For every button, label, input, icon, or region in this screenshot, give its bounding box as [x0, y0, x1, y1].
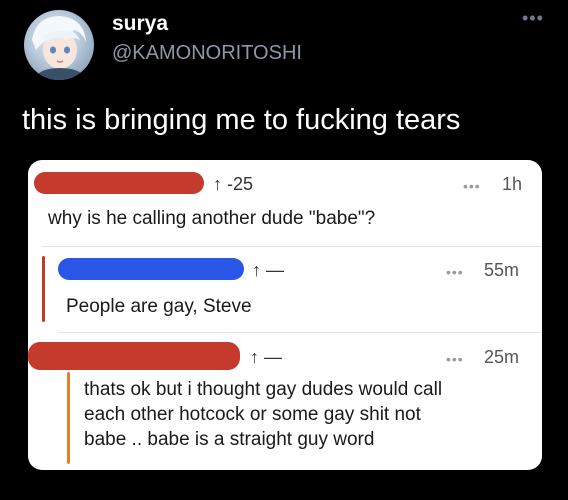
comment-divider: [58, 332, 542, 333]
comment-score: ↑ —: [252, 260, 285, 280]
comment-options-icon[interactable]: •••: [446, 264, 464, 280]
comment-text: why is he calling another dude "babe"?: [48, 208, 376, 229]
comment-text: People are gay, Steve: [66, 296, 252, 317]
redacted-username: [28, 342, 240, 370]
comment-score: ↑ —: [250, 347, 283, 367]
comment-text-line: thats ok but i thought gay dudes would c…: [84, 379, 443, 400]
comment-options-icon[interactable]: •••: [463, 178, 481, 194]
embedded-comment-card: ↑ -25 ••• 1h why is he calling another d…: [28, 160, 542, 470]
more-options-icon[interactable]: •••: [522, 8, 544, 29]
comment-score: ↑ -25: [213, 174, 254, 194]
thread-line: [42, 256, 45, 322]
redacted-username: [58, 258, 244, 280]
tweet-text: this is bringing me to fucking tears: [22, 104, 461, 136]
thread-line: [67, 372, 70, 464]
comment-text-line: babe .. babe is a straight guy word: [84, 429, 375, 450]
comment-text-line: each other hotcock or some gay shit not: [84, 404, 421, 425]
comment-time: 55m: [484, 260, 520, 280]
user-handle[interactable]: @KAMONORITOSHI: [112, 42, 302, 65]
display-name[interactable]: surya: [112, 12, 168, 36]
comment-time: 1h: [502, 174, 523, 194]
avatar-illustration: [32, 16, 86, 80]
comment-options-icon[interactable]: •••: [446, 351, 464, 367]
comment-divider: [42, 246, 542, 247]
comment-time: 25m: [484, 347, 520, 367]
redacted-username: [34, 172, 204, 194]
avatar[interactable]: [24, 10, 94, 80]
